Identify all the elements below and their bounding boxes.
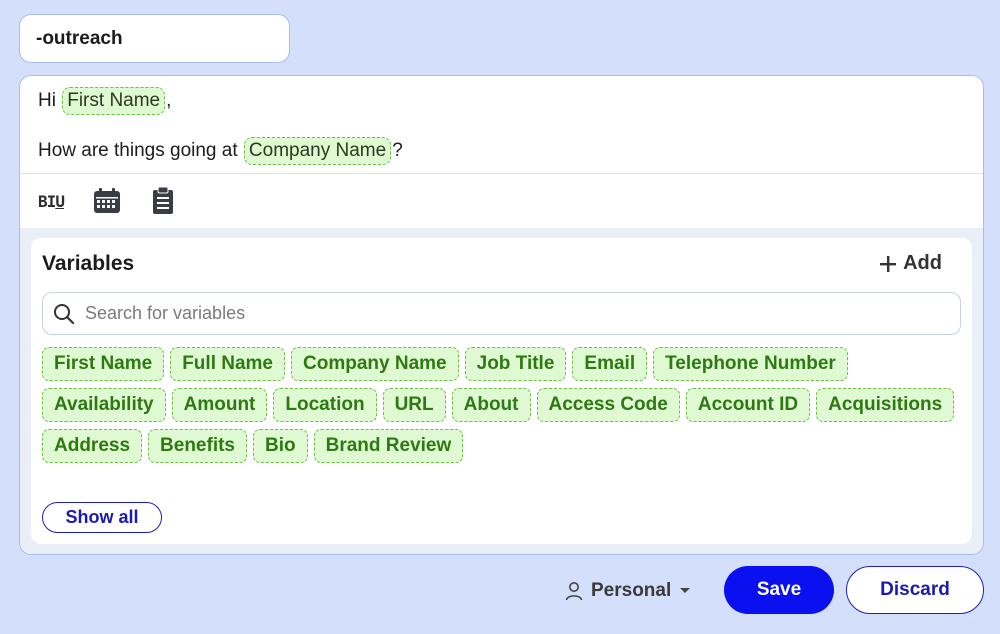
variable-search-input[interactable]: [85, 303, 885, 324]
variable-chip-benefits[interactable]: Benefits: [148, 429, 247, 463]
variable-chip-url[interactable]: URL: [382, 388, 446, 422]
calendar-icon: [94, 188, 120, 213]
variable-chip-telephone-number[interactable]: Telephone Number: [653, 347, 848, 381]
inline-variable-first-name[interactable]: First Name: [62, 87, 166, 115]
insert-date-button[interactable]: [90, 184, 124, 218]
variable-chip-address[interactable]: Address: [42, 429, 143, 463]
editor-toolbar: BIU: [20, 173, 983, 228]
variable-chip-account-id[interactable]: Account ID: [685, 388, 811, 422]
footer-bar: Personal Save Discard: [0, 566, 1000, 616]
line1-prefix: Hi: [38, 90, 62, 111]
snippet-name-text: -outreach: [36, 27, 123, 49]
editor-line-1: Hi First Name ,: [38, 86, 965, 116]
text-format-icon: BIU: [38, 191, 65, 211]
variable-chip-full-name[interactable]: Full Name: [170, 347, 286, 381]
variable-chip-list: First Name Full Name Company Name Job Ti…: [42, 347, 962, 463]
discard-button[interactable]: Discard: [846, 566, 984, 614]
plus-icon: [880, 255, 897, 272]
inline-variable-company-name[interactable]: Company Name: [243, 137, 392, 165]
variables-section: Variables Add First Name Full Name Compa…: [20, 228, 983, 554]
variable-chip-availability[interactable]: Availability: [42, 388, 166, 422]
caret-down-icon: [680, 588, 691, 593]
variables-panel: Variables Add First Name Full Name Compa…: [31, 238, 972, 544]
variable-chip-amount[interactable]: Amount: [171, 388, 268, 422]
user-icon: [565, 582, 583, 601]
variables-title: Variables: [42, 252, 135, 275]
line2-prefix: How are things going at: [38, 140, 243, 161]
snippet-name-field[interactable]: -outreach: [19, 14, 290, 63]
variable-chip-job-title[interactable]: Job Title: [464, 347, 567, 381]
scope-label: Personal: [591, 580, 672, 601]
search-icon: [54, 303, 75, 324]
variable-chip-bio[interactable]: Bio: [253, 429, 308, 463]
save-button[interactable]: Save: [724, 566, 834, 614]
line1-suffix: ,: [166, 90, 172, 111]
add-variable-button[interactable]: Add: [879, 252, 942, 275]
editor-line-2: How are things going at Company Name ?: [38, 136, 965, 166]
variable-chip-first-name[interactable]: First Name: [42, 347, 165, 381]
variable-chip-email[interactable]: Email: [572, 347, 648, 381]
variable-chip-access-code[interactable]: Access Code: [536, 388, 680, 422]
show-all-button[interactable]: Show all: [42, 502, 162, 533]
variable-search-box: [42, 292, 961, 335]
clipboard-icon: [153, 187, 173, 214]
line2-suffix: ?: [392, 140, 403, 161]
add-variable-label: Add: [903, 252, 942, 274]
variable-chip-location[interactable]: Location: [273, 388, 377, 422]
insert-clipboard-button[interactable]: [146, 184, 180, 218]
variable-chip-about[interactable]: About: [451, 388, 531, 422]
variable-chip-brand-review[interactable]: Brand Review: [313, 429, 464, 463]
editor-text-area[interactable]: Hi First Name , How are things going at …: [20, 76, 983, 173]
variable-chip-company-name[interactable]: Company Name: [291, 347, 459, 381]
text-format-button[interactable]: BIU: [34, 184, 68, 218]
variable-chip-acquisitions[interactable]: Acquisitions: [816, 388, 955, 422]
snippet-editor[interactable]: Hi First Name , How are things going at …: [19, 75, 984, 555]
scope-dropdown[interactable]: Personal: [565, 566, 691, 616]
